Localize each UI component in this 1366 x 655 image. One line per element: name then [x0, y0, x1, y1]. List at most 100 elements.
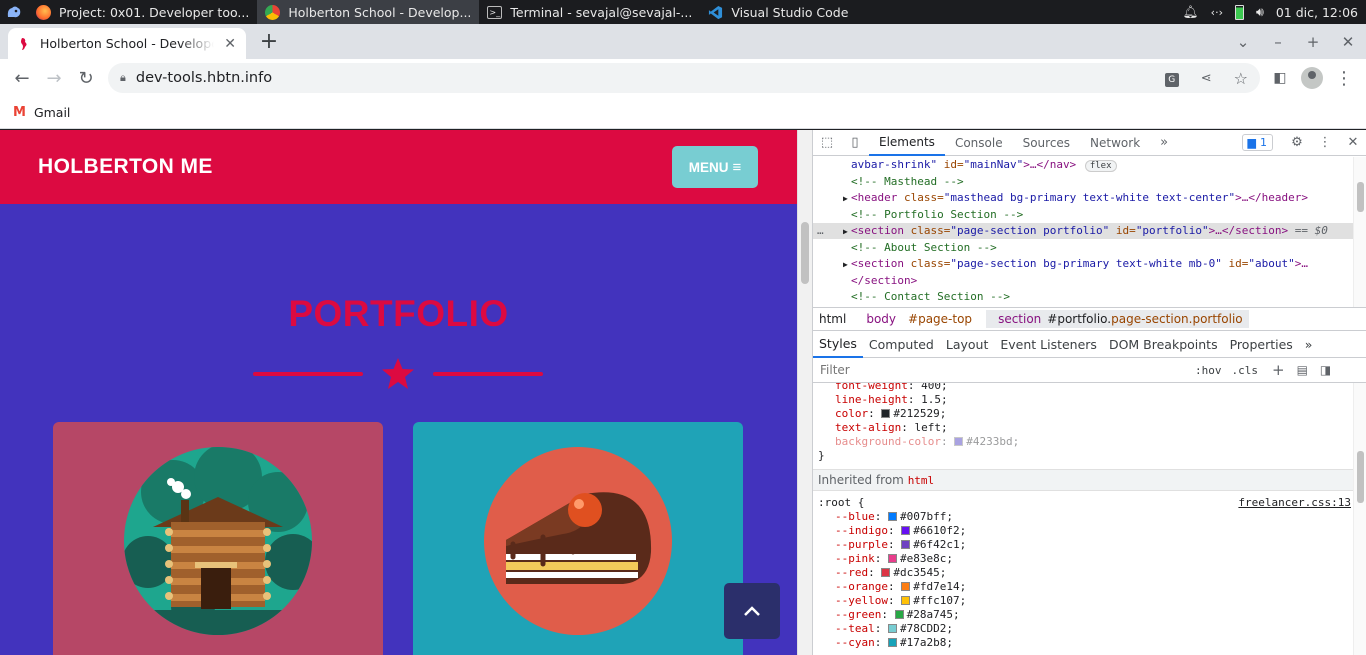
dom-node-header[interactable]: ▶ <header class="masthead bg-primary tex… [813, 190, 1353, 206]
dom-comment[interactable]: <!-- Masthead --> [813, 174, 1353, 190]
issues-badge[interactable]: ▆ 1 [1241, 134, 1273, 151]
breadcrumb-body[interactable]: body #page-top [854, 310, 984, 328]
color-swatch-icon[interactable] [901, 540, 911, 549]
inherited-source[interactable]: html [908, 474, 935, 487]
css-declaration[interactable]: color: #212529; [835, 407, 1353, 421]
styles-filter-input[interactable] [813, 363, 1183, 377]
taskbar-item-chrome[interactable]: Holberton School - Develop... [257, 0, 480, 24]
close-window-icon[interactable]: ✕ [1331, 24, 1365, 59]
page-scrollbar[interactable] [797, 130, 812, 655]
dom-comment[interactable]: <!-- Contact Section --> [813, 289, 1353, 305]
css-declaration[interactable]: --purple: #6f42c1; [835, 538, 1353, 552]
subtab-event-listeners[interactable]: Event Listeners [994, 331, 1103, 358]
site-brand[interactable]: HOLBERTON ME [38, 155, 213, 179]
minimize-icon[interactable]: – [1261, 24, 1295, 59]
clock[interactable]: 01 dic, 12:06 [1276, 5, 1358, 20]
tab-network[interactable]: Network [1080, 130, 1150, 156]
css-declaration[interactable]: --blue: #007bff; [835, 510, 1353, 524]
color-swatch-icon[interactable] [954, 437, 964, 446]
expand-triangle-icon[interactable]: ▶ [843, 191, 848, 208]
device-toolbar-icon[interactable]: ▯ [841, 130, 869, 156]
dom-comment[interactable]: <!-- About Section --> [813, 240, 1353, 256]
close-devtools-icon[interactable]: ✕ [1339, 130, 1366, 156]
translate-icon[interactable]: G [1164, 70, 1179, 87]
network-icon[interactable]: ‹·› [1211, 6, 1223, 19]
toggle-sidebar-icon[interactable]: ◨ [1320, 363, 1331, 377]
color-swatch-icon[interactable] [888, 624, 897, 633]
dom-node-about[interactable]: ▶ <section class="page-section bg-primar… [813, 256, 1353, 272]
more-tabs-icon[interactable]: » [1150, 130, 1178, 156]
subtab-computed[interactable]: Computed [863, 331, 940, 358]
taskbar-item-firefox[interactable]: Project: 0x01. Developer too... [28, 0, 257, 24]
dom-scrollbar-thumb[interactable] [1357, 182, 1364, 212]
paint-brush-icon[interactable]: ▤ [1297, 363, 1308, 377]
url-text[interactable]: dev-tools.hbtn.info [136, 70, 272, 86]
share-icon[interactable]: ⋖ [1201, 71, 1212, 86]
tab-search-icon[interactable]: ⌄ [1226, 24, 1260, 59]
flex-badge[interactable]: flex [1084, 160, 1117, 172]
maximize-icon[interactable]: + [1296, 24, 1330, 59]
notification-bell-icon[interactable]: 🔔︎ [1183, 4, 1199, 20]
color-swatch-icon[interactable] [888, 512, 897, 521]
subtab-properties[interactable]: Properties [1224, 331, 1299, 358]
more-subtabs-icon[interactable]: » [1299, 331, 1319, 358]
taskbar-item-vscode[interactable]: Visual Studio Code [700, 0, 856, 24]
hov-toggle[interactable]: :hov [1195, 364, 1222, 377]
css-declaration[interactable]: font-weight: 400; [835, 383, 1353, 393]
dom-scrollbar[interactable] [1353, 157, 1366, 307]
color-swatch-icon[interactable] [894, 610, 904, 619]
styles-scrollbar[interactable] [1353, 383, 1366, 655]
expand-triangle-icon[interactable]: ▶ [843, 224, 848, 241]
css-declaration[interactable]: --cyan: #17a2b8; [835, 636, 1353, 650]
dom-node[interactable]: avbar-shrink" id="mainNav">…</nav> flex [813, 157, 1353, 173]
styles-scrollbar-thumb[interactable] [1357, 451, 1364, 503]
scroll-to-top-button[interactable] [724, 583, 780, 639]
expand-triangle-icon[interactable]: ▶ [843, 257, 848, 274]
css-declaration[interactable]: --indigo: #6610f2; [835, 524, 1353, 538]
tab-sources[interactable]: Sources [1013, 130, 1080, 156]
color-swatch-icon[interactable] [901, 526, 911, 535]
breadcrumb-section[interactable]: section #portfolio.page-section.portfolio [986, 310, 1249, 328]
tab-console[interactable]: Console [945, 130, 1013, 156]
css-source-link[interactable]: freelancer.css:13 [1238, 496, 1351, 510]
css-declaration[interactable]: --green: #28a745; [835, 608, 1353, 622]
page-scrollbar-thumb[interactable] [801, 222, 809, 284]
portfolio-card-cabin[interactable] [53, 422, 383, 655]
address-bar[interactable]: 🔒︎ dev-tools.hbtn.info G ⋖ ☆ [108, 63, 1260, 93]
subtab-layout[interactable]: Layout [940, 331, 995, 358]
breadcrumb-html[interactable]: html [813, 310, 852, 328]
portfolio-card-cake[interactable] [413, 422, 743, 655]
os-menu-icon[interactable] [0, 0, 28, 24]
reload-icon[interactable]: ↻ [70, 62, 102, 94]
bookmark-star-icon[interactable]: ☆ [1234, 69, 1248, 88]
ellipsis-icon[interactable]: … [817, 223, 824, 240]
color-swatch-icon[interactable] [888, 638, 897, 647]
color-swatch-icon[interactable] [881, 568, 891, 577]
css-declaration[interactable]: --yellow: #ffc107; [835, 594, 1353, 608]
forward-arrow-icon[interactable]: → [38, 62, 70, 94]
css-declaration[interactable]: line-height: 1.5; [835, 393, 1353, 407]
css-declaration[interactable]: --orange: #fd7e14; [835, 580, 1353, 594]
color-swatch-icon[interactable] [901, 596, 911, 605]
side-panel-icon[interactable]: ◧ [1264, 62, 1296, 94]
dom-comment[interactable]: <!-- Portfolio Section --> [813, 207, 1353, 223]
css-declaration[interactable]: --pink: #e83e8c; [835, 552, 1353, 566]
battery-icon[interactable] [1234, 4, 1244, 20]
menu-button[interactable]: MENU ≡ [672, 146, 758, 188]
tab-elements[interactable]: Elements [869, 130, 945, 156]
close-tab-icon[interactable]: ✕ [224, 36, 236, 52]
taskbar-item-terminal[interactable]: >_ Terminal - sevajal@sevajal-... [479, 0, 700, 24]
kebab-menu-icon[interactable]: ⋮ [1328, 62, 1360, 94]
color-swatch-icon[interactable] [881, 409, 891, 418]
css-declaration[interactable]: --red: #dc3545; [835, 566, 1353, 580]
subtab-dom-breakpoints[interactable]: DOM Breakpoints [1103, 331, 1224, 358]
dom-closing-tag[interactable]: </section> [813, 273, 1353, 289]
css-declaration[interactable]: --teal: #78CDD2; [835, 622, 1353, 636]
volume-icon[interactable]: 🔊︎ [1256, 4, 1264, 20]
css-declaration[interactable]: background-color: #4233bd; [835, 435, 1353, 449]
inspect-element-icon[interactable]: ⬚ [813, 130, 841, 156]
bookmark-gmail[interactable]: Gmail [34, 105, 70, 120]
back-arrow-icon[interactable]: ← [6, 62, 38, 94]
color-swatch-icon[interactable] [901, 582, 911, 591]
add-rule-icon[interactable]: + [1272, 361, 1285, 379]
